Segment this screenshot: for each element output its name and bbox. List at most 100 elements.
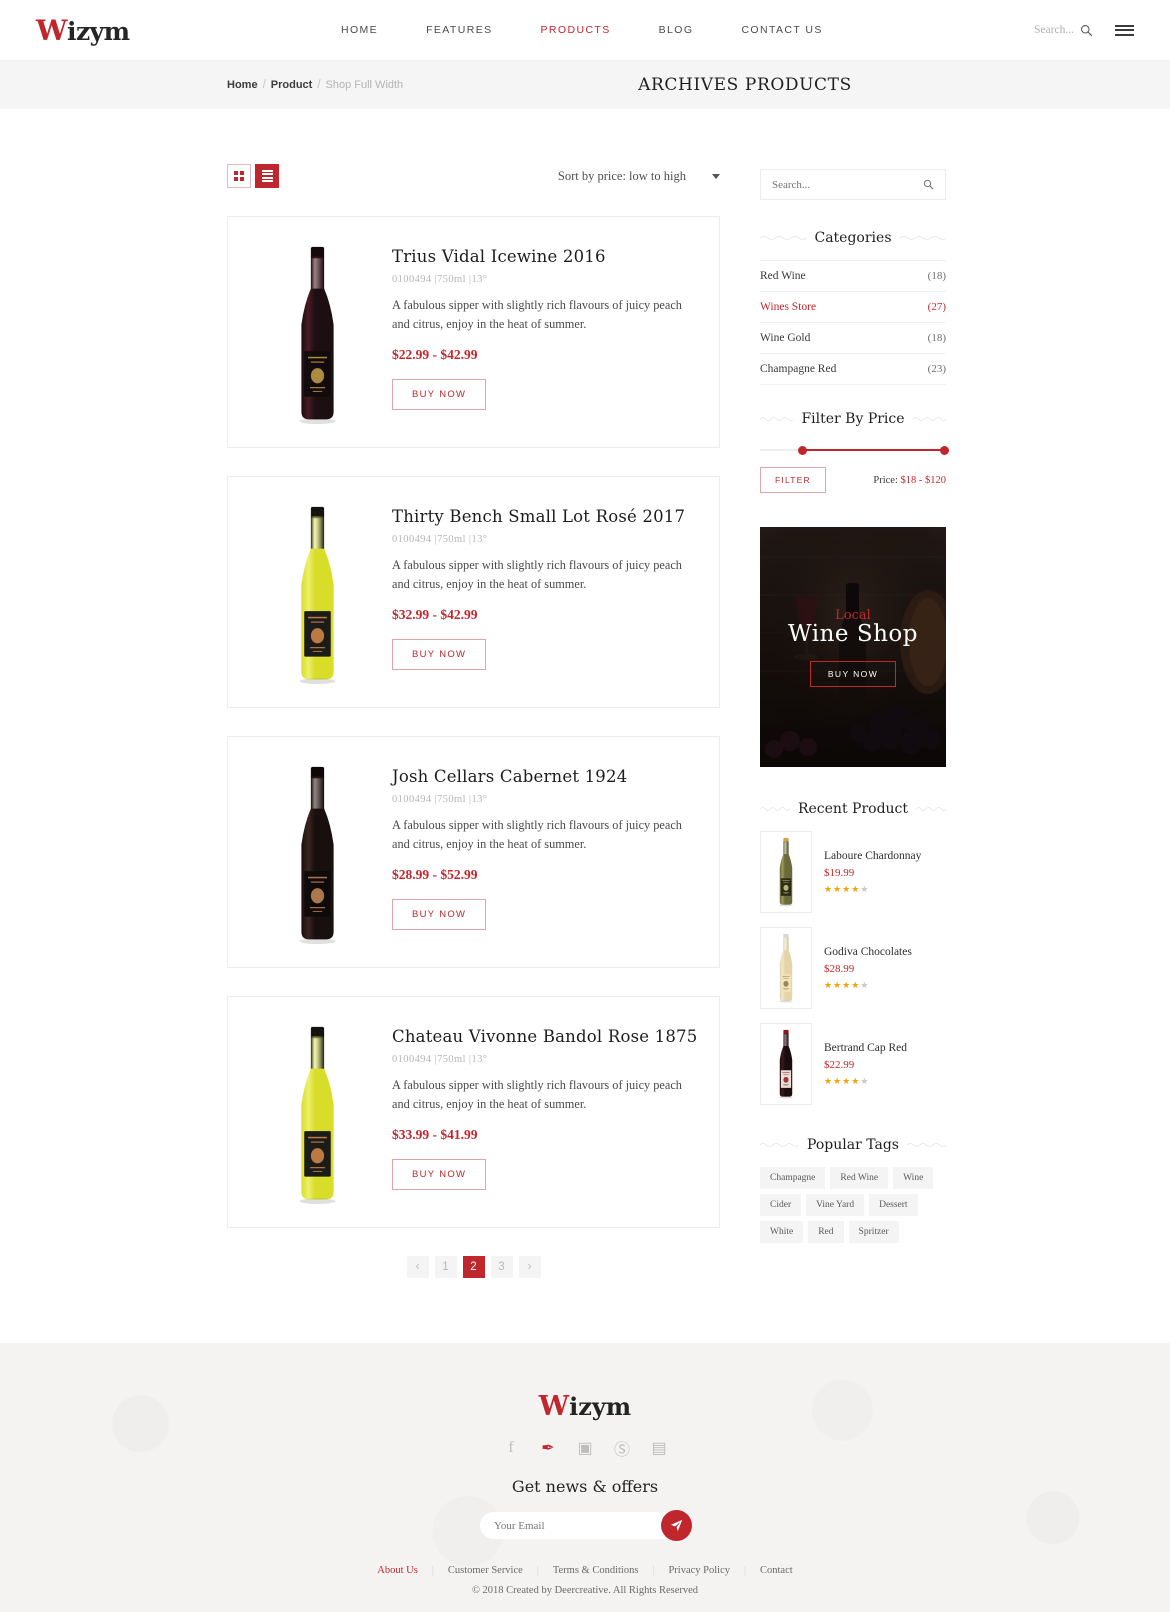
product-toolbar: Sort by price: low to high bbox=[227, 164, 720, 188]
pagination-page-1[interactable]: 1 bbox=[435, 1256, 457, 1278]
category-item[interactable]: Champagne Red (23) bbox=[760, 354, 946, 385]
product-card[interactable]: Josh Cellars Cabernet 1924 0100494 |750m… bbox=[227, 736, 720, 968]
slider-handle-min[interactable] bbox=[798, 446, 807, 455]
grid-view-button[interactable] bbox=[227, 164, 251, 188]
product-title[interactable]: Chateau Vivonne Bandol Rose 1875 bbox=[392, 1027, 699, 1046]
footer-link-privacy-policy[interactable]: Privacy Policy bbox=[654, 1565, 744, 1576]
site-header: Wizym HOMEFEATURESPRODUCTSBLOGCONTACT US… bbox=[0, 0, 1170, 61]
view-toggle-group bbox=[227, 164, 279, 188]
breadcrumb-link[interactable]: Product bbox=[271, 79, 313, 91]
star-filled-icon: ★ bbox=[833, 1076, 842, 1086]
instagram-icon[interactable]: ▣ bbox=[578, 1440, 593, 1455]
page-subheader: Home/Product/Shop Full Width ARCHIVES PR… bbox=[0, 61, 1170, 109]
sidebar-search-input[interactable] bbox=[772, 179, 902, 191]
newsletter-submit-button[interactable] bbox=[661, 1510, 692, 1541]
wine-bottle-image bbox=[775, 837, 797, 907]
recent-product-name[interactable]: Bertrand Cap Red bbox=[824, 1042, 907, 1054]
nav-item-contact-us[interactable]: CONTACT US bbox=[717, 24, 846, 36]
tag-item[interactable]: Red bbox=[808, 1221, 843, 1243]
tag-item[interactable]: Vine Yard bbox=[806, 1194, 864, 1216]
buy-now-button[interactable]: BUY NOW bbox=[392, 379, 486, 410]
filter-button[interactable]: FILTER bbox=[760, 467, 826, 493]
pagination-next[interactable]: › bbox=[519, 1256, 541, 1278]
pagination-page-3[interactable]: 3 bbox=[491, 1256, 513, 1278]
squiggle-left-icon bbox=[760, 235, 807, 241]
promo-banner[interactable]: Local Wine Shop BUY NOW bbox=[760, 527, 946, 767]
product-image[interactable] bbox=[242, 499, 392, 685]
breadcrumb-link[interactable]: Home bbox=[227, 79, 258, 91]
promo-title: Wine Shop bbox=[788, 621, 918, 647]
tag-item[interactable]: Red Wine bbox=[830, 1167, 888, 1189]
product-card[interactable]: Chateau Vivonne Bandol Rose 1875 0100494… bbox=[227, 996, 720, 1228]
nav-item-products[interactable]: PRODUCTS bbox=[517, 24, 635, 36]
recent-product-info: Godiva Chocolates $28.99 ★★★★★ bbox=[824, 946, 912, 991]
twitter-icon[interactable]: ✒ bbox=[541, 1440, 556, 1455]
product-image[interactable] bbox=[242, 759, 392, 945]
product-card[interactable]: Trius Vidal Icewine 2016 0100494 |750ml … bbox=[227, 216, 720, 448]
tags-heading: Popular Tags bbox=[760, 1137, 946, 1153]
pagination-prev[interactable]: ‹ bbox=[407, 1256, 429, 1278]
page-root: Wizym HOMEFEATURESPRODUCTSBLOGCONTACT US… bbox=[0, 0, 1170, 1612]
recent-product-item[interactable]: Bertrand Cap Red $22.99 ★★★★★ bbox=[760, 1023, 946, 1105]
product-title[interactable]: Josh Cellars Cabernet 1924 bbox=[392, 767, 699, 786]
footer-link-terms-conditions[interactable]: Terms & Conditions bbox=[539, 1565, 653, 1576]
buy-now-button[interactable]: BUY NOW bbox=[392, 1159, 486, 1190]
footer-logo[interactable]: Wizym bbox=[0, 1391, 1170, 1422]
list-view-button[interactable] bbox=[255, 164, 279, 188]
rating-stars: ★★★★★ bbox=[824, 884, 921, 895]
categories-heading: Categories bbox=[760, 230, 946, 246]
tag-item[interactable]: Dessert bbox=[869, 1194, 918, 1216]
pagination-page-2[interactable]: 2 bbox=[463, 1256, 485, 1278]
star-filled-icon: ★ bbox=[842, 884, 851, 894]
category-item[interactable]: Red Wine (18) bbox=[760, 260, 946, 292]
category-label: Red Wine bbox=[760, 270, 806, 282]
recent-product-name[interactable]: Laboure Chardonnay bbox=[824, 850, 921, 862]
product-title[interactable]: Trius Vidal Icewine 2016 bbox=[392, 247, 699, 266]
category-label: Wine Gold bbox=[760, 332, 810, 344]
header-search[interactable]: Search... bbox=[1034, 24, 1093, 37]
main-navigation: HOMEFEATURESPRODUCTSBLOGCONTACT US bbox=[130, 24, 1034, 36]
price-range-value: $18 - $120 bbox=[901, 475, 947, 486]
recent-title: Recent Product bbox=[798, 801, 908, 817]
buy-now-button[interactable]: BUY NOW bbox=[392, 639, 486, 670]
star-filled-icon: ★ bbox=[824, 884, 833, 894]
skype-icon[interactable]: Ⓢ bbox=[615, 1440, 630, 1455]
facebook-icon[interactable]: f bbox=[504, 1440, 519, 1455]
recent-product-item[interactable]: Laboure Chardonnay $19.99 ★★★★★ bbox=[760, 831, 946, 913]
category-count: (18) bbox=[928, 332, 946, 344]
email-field[interactable] bbox=[494, 1520, 644, 1532]
product-image[interactable] bbox=[242, 239, 392, 425]
tag-item[interactable]: Champagne bbox=[760, 1167, 825, 1189]
site-logo[interactable]: Wizym bbox=[36, 14, 130, 47]
tag-item[interactable]: White bbox=[760, 1221, 803, 1243]
product-card[interactable]: Thirty Bench Small Lot Rosé 2017 0100494… bbox=[227, 476, 720, 708]
price-slider[interactable] bbox=[760, 441, 946, 459]
product-title[interactable]: Thirty Bench Small Lot Rosé 2017 bbox=[392, 507, 699, 526]
nav-item-blog[interactable]: BLOG bbox=[635, 24, 718, 36]
camera-icon[interactable]: ▤ bbox=[652, 1440, 667, 1455]
product-image[interactable] bbox=[242, 1019, 392, 1205]
promo-buy-now-button[interactable]: BUY NOW bbox=[810, 661, 896, 687]
footer-link-customer-service[interactable]: Customer Service bbox=[434, 1565, 537, 1576]
footer-link-contact[interactable]: Contact bbox=[746, 1565, 807, 1576]
footer-link-about-us[interactable]: About Us bbox=[363, 1565, 432, 1576]
recent-product-item[interactable]: Godiva Chocolates $28.99 ★★★★★ bbox=[760, 927, 946, 1009]
slider-handle-max[interactable] bbox=[940, 446, 949, 455]
nav-item-features[interactable]: FEATURES bbox=[402, 24, 516, 36]
sidebar-search[interactable] bbox=[760, 169, 946, 200]
tag-item[interactable]: Wine bbox=[893, 1167, 933, 1189]
nav-item-home[interactable]: HOME bbox=[317, 24, 402, 36]
tag-item[interactable]: Cider bbox=[760, 1194, 801, 1216]
category-item[interactable]: Wine Gold (18) bbox=[760, 323, 946, 354]
product-meta: 0100494 |750ml |13° bbox=[392, 1054, 699, 1065]
tag-item[interactable]: Spritzer bbox=[849, 1221, 899, 1243]
squiggle-left-icon bbox=[760, 1142, 799, 1148]
filter-title: Filter By Price bbox=[801, 411, 904, 427]
header-search-label: Search... bbox=[1034, 24, 1074, 36]
buy-now-button[interactable]: BUY NOW bbox=[392, 899, 486, 930]
menu-toggle-icon[interactable] bbox=[1115, 25, 1134, 36]
recent-product-name[interactable]: Godiva Chocolates bbox=[824, 946, 912, 958]
product-description: A fabulous sipper with slightly rich fla… bbox=[392, 816, 697, 854]
category-item[interactable]: Wines Store (27) bbox=[760, 292, 946, 323]
sort-dropdown[interactable]: Sort by price: low to high bbox=[558, 169, 720, 184]
